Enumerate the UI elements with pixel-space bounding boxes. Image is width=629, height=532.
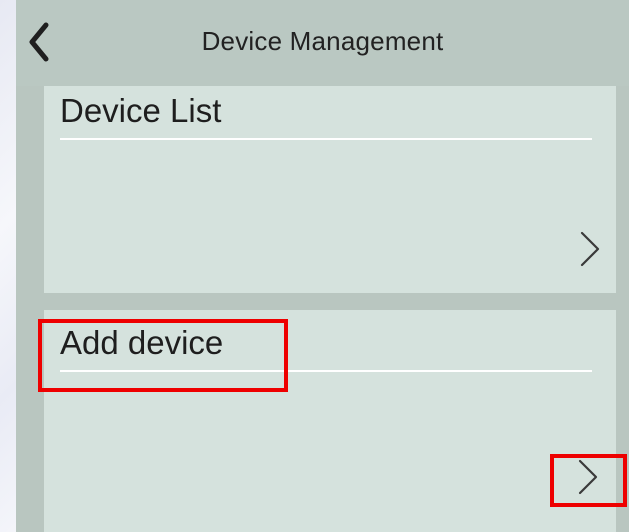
divider: [60, 370, 592, 372]
device-list-card[interactable]: Device List: [44, 86, 616, 293]
chevron-right-icon[interactable]: [578, 230, 602, 268]
add-device-label: Add device: [60, 324, 224, 361]
divider: [60, 138, 592, 140]
chevron-right-icon[interactable]: [576, 458, 600, 496]
add-device-card[interactable]: Add device: [44, 310, 616, 532]
device-list-label: Device List: [60, 92, 222, 129]
header-bar: Device Management: [16, 0, 629, 86]
page-title: Device Management: [201, 26, 444, 56]
device-management-screen: Device Management Device List Add device: [16, 0, 629, 532]
